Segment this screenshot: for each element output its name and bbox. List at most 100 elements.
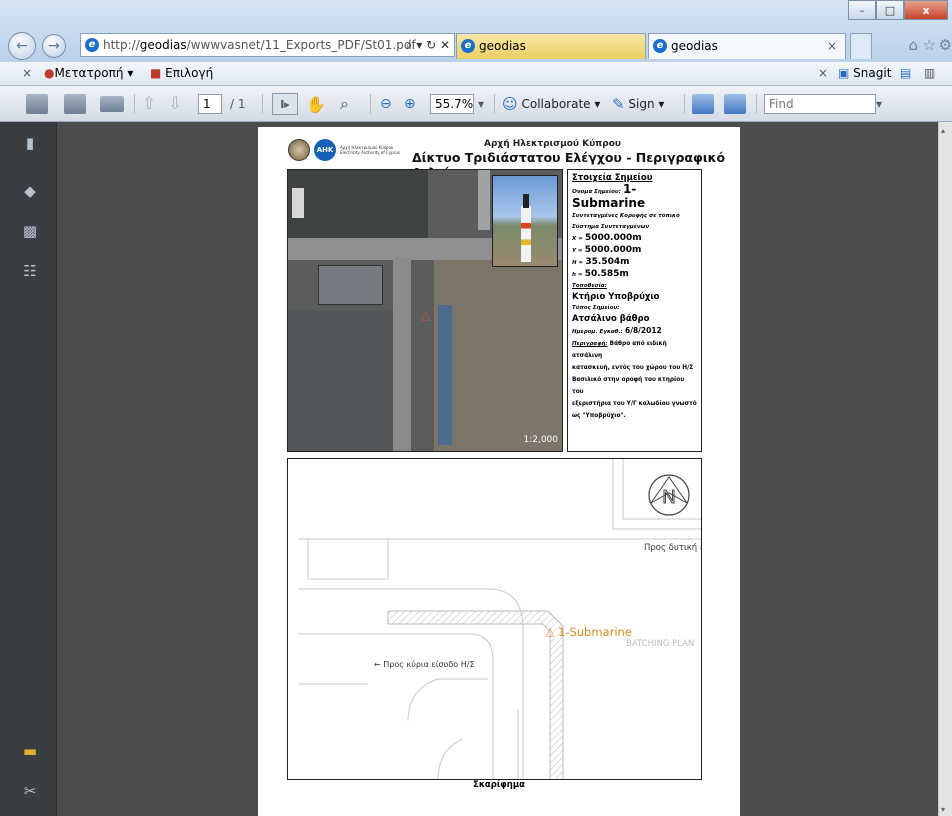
page-number-input[interactable]: 1 xyxy=(198,94,222,114)
find-dropdown[interactable]: ▾ xyxy=(876,93,882,115)
ie-page-icon: e xyxy=(85,38,99,52)
prev-page-button[interactable]: ⇧ xyxy=(142,93,156,115)
fit-width-icon xyxy=(692,94,714,114)
org-title: Αρχή Ηλεκτρισμού Κύπρου xyxy=(484,139,621,149)
survey-pillar xyxy=(521,206,531,262)
forward-button[interactable]: → xyxy=(42,34,66,58)
scroll-up-icon[interactable]: ▴ xyxy=(941,126,945,135)
next-page-button[interactable]: ⇩ xyxy=(168,93,182,115)
gear-icon[interactable]: ⚙ xyxy=(939,36,952,54)
logo-caption: Αρχή Ηλεκτρισμού Κύπρου Electricity Auth… xyxy=(340,145,401,155)
snagit-icon: ▣ xyxy=(838,66,850,80)
zoom-level-input[interactable]: 55.7% xyxy=(430,94,474,114)
collaborate-button[interactable]: ☺ Collaborate ▾ xyxy=(502,93,600,115)
close-window-button[interactable]: x xyxy=(904,0,948,20)
email-icon xyxy=(100,96,124,112)
header-logos: AHK Αρχή Ηλεκτρισμού Κύπρου Electricity … xyxy=(288,139,400,161)
zoom-in-icon: ⊕ xyxy=(404,96,416,112)
marquee-zoom-button[interactable]: ⌕ xyxy=(340,93,349,115)
tab-geodias-2[interactable]: e geodias × xyxy=(648,33,846,59)
tab-label: geodias xyxy=(479,39,526,53)
bookmarks-tree-icon[interactable]: ☷ xyxy=(22,262,38,280)
x-label: X = xyxy=(572,236,583,242)
zoom-dropdown[interactable]: ▾ xyxy=(478,93,484,115)
point-label: 1-Submarine xyxy=(558,625,632,639)
separator xyxy=(134,94,135,114)
save-button[interactable] xyxy=(64,93,86,115)
scroll-down-icon[interactable]: ▾ xyxy=(941,805,945,814)
text-cursor-icon: I▸ xyxy=(280,97,290,111)
ie-tab-icon: e xyxy=(653,39,667,53)
separator xyxy=(494,94,495,114)
back-arrow-icon: ← xyxy=(16,38,28,54)
pdf-viewer: ▮ ◆ ▩ ☷ ▬ ✂ AHK Αρχή Ηλεκτρισμού Κύπρου … xyxy=(0,122,952,816)
fit-width-button[interactable] xyxy=(692,93,714,115)
select-button[interactable]: ■ Επιλογή xyxy=(150,66,213,80)
pdf-page: AHK Αρχή Ηλεκτρισμού Κύπρου Electricity … xyxy=(258,127,740,816)
select-tool-button[interactable]: I▸ xyxy=(272,93,298,115)
vertical-scrollbar[interactable]: ▴ ▾ xyxy=(938,122,952,816)
snagit-button[interactable]: ▣ Snagit xyxy=(838,66,891,80)
url-path: /wwwvasnet/11_Exports_PDF/St01.pdf xyxy=(186,38,416,52)
fit-page-button[interactable] xyxy=(724,93,746,115)
address-controls[interactable]: ⌕ ▾ ↻ ✕ xyxy=(406,34,450,56)
tab-geodias-1[interactable]: e geodias xyxy=(456,33,646,59)
aerial-canal xyxy=(438,305,452,445)
aerial-photo: △ 1:2,000 xyxy=(287,169,563,452)
email-button[interactable] xyxy=(100,93,124,115)
point-name-label: Όνομα Σημείου: xyxy=(572,189,621,195)
location-value: Κτήριο Υποβρύχιο xyxy=(572,292,660,302)
fit-page-icon xyxy=(724,94,746,114)
convert-menu[interactable]: ●Μετατροπή ▾ xyxy=(44,66,133,80)
browser-window: – □ x ← → e http://geodias/wwwvasnet/11_… xyxy=(0,0,952,816)
sketch-drawing: N △ xyxy=(298,459,701,779)
convert-label: Μετατροπή xyxy=(54,66,124,80)
h-label: H = xyxy=(572,260,584,266)
url-domain: geodias xyxy=(139,38,187,52)
collaborate-label: Collaborate xyxy=(521,97,591,111)
comments-icon[interactable]: ▬ xyxy=(22,742,38,760)
navigation-bar: ← → e http://geodias/wwwvasnet/11_Export… xyxy=(8,30,952,60)
close-bar-icon[interactable]: × xyxy=(22,66,32,80)
find-input[interactable] xyxy=(764,94,876,114)
home-icon[interactable]: ⌂ xyxy=(908,36,918,54)
chevron-down-icon: ▾ xyxy=(478,97,485,111)
layers-icon[interactable]: ◆ xyxy=(22,182,38,200)
new-tab-button[interactable] xyxy=(850,33,872,59)
close-tab-icon[interactable]: × xyxy=(827,34,837,58)
point-name-value: 1-Submarine xyxy=(572,182,646,210)
zoom-out-button[interactable]: ⊖ xyxy=(380,93,392,115)
chevron-down-icon: ▾ xyxy=(594,97,601,111)
aerial-building xyxy=(318,265,383,305)
snagit-menu-icon[interactable]: ▥ xyxy=(924,66,935,80)
point-photo-inset xyxy=(492,175,558,267)
tab-label: geodias xyxy=(671,39,718,53)
snagit-capture-icon[interactable]: ▤ xyxy=(900,66,911,80)
system-label: Σύστημα Συντεταγμένων xyxy=(572,224,650,230)
arrow-up-icon: ⇧ xyxy=(142,94,157,114)
snagit-label: Snagit xyxy=(853,66,892,80)
address-bar[interactable]: e http://geodias/wwwvasnet/11_Exports_PD… xyxy=(80,33,455,57)
binoculars-icon[interactable]: ▩ xyxy=(22,222,38,240)
eac-logo: AHK xyxy=(314,139,336,161)
sign-label: Sign xyxy=(628,97,655,111)
x-row: X = 5000.000m xyxy=(572,233,697,245)
snagit-close-icon[interactable]: × xyxy=(818,66,828,80)
hand-icon: ✋ xyxy=(306,94,326,114)
sign-button[interactable]: ✎ Sign ▾ xyxy=(612,93,664,115)
attachments-paperclip-icon[interactable]: ✂ xyxy=(22,782,38,800)
zoom-in-button[interactable]: ⊕ xyxy=(404,93,416,115)
print-button[interactable] xyxy=(26,93,48,115)
separator xyxy=(370,94,371,114)
window-controls: – □ x xyxy=(848,0,948,20)
favorites-star-icon[interactable]: ☆ xyxy=(923,36,936,54)
description-line: κατασκευή, εντός του χώρου του Η/Σ xyxy=(572,365,694,371)
convert-icon: ● xyxy=(44,66,55,80)
back-button[interactable]: ← xyxy=(8,32,36,60)
hand-tool-button[interactable]: ✋ xyxy=(306,93,326,115)
entrance-direction-label: ← Προς κύρια είσοδο Η/Σ xyxy=(374,660,475,669)
pages-icon[interactable]: ▮ xyxy=(22,134,38,152)
separator xyxy=(684,94,685,114)
maximize-button[interactable]: □ xyxy=(876,0,904,20)
minimize-button[interactable]: – xyxy=(848,0,876,20)
